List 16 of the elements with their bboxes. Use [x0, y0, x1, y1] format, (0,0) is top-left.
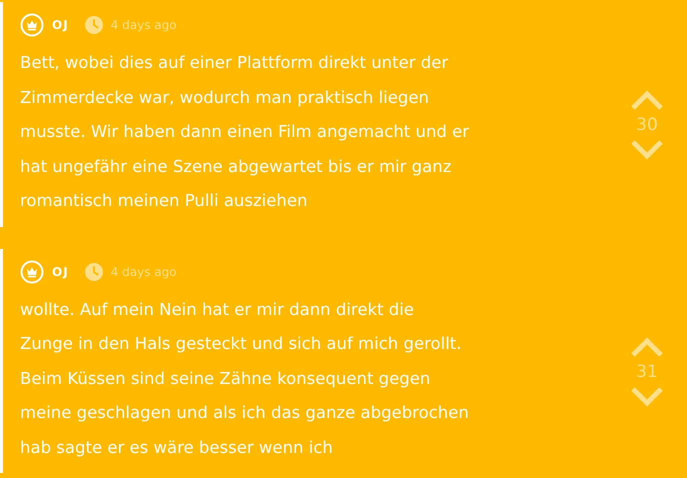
crown-icon	[20, 260, 44, 284]
post-text: Bett, wobei dies auf einer Plattform direkt unter der Zimmerdecke war, wodurch man praktisch liegen musste. Wir haben dann einen Film angemacht und er hat ungefähr eine Szene abgewartet bis er mir ganz romantisch meinen Pulli ausziehen	[20, 52, 470, 212]
author-name: OJ	[52, 264, 69, 278]
crown-icon	[20, 13, 44, 37]
clock-icon	[84, 262, 103, 280]
upvote-button[interactable]	[630, 336, 664, 358]
vote-count: 30	[636, 115, 658, 136]
downvote-button[interactable]	[630, 139, 664, 162]
post-time: 4 days ago	[110, 264, 177, 278]
downvote-button[interactable]	[630, 386, 664, 408]
upvote-button[interactable]	[630, 89, 664, 112]
post-time: 4 days ago	[110, 18, 177, 32]
author-name: OJ	[52, 18, 69, 32]
post-text: wollte. Auf mein Nein hat er mir dann direkt die Zunge in den Hals gesteckt und sich auf mich gerollt. Beim Küssen sind seine Zähne konsequent gegen meine geschlagen und als ich das ganze abgebrochen hab sagte er es wäre besser wenn ich	[20, 298, 470, 458]
clock-icon	[84, 16, 103, 34]
vote-count: 31	[636, 362, 658, 382]
